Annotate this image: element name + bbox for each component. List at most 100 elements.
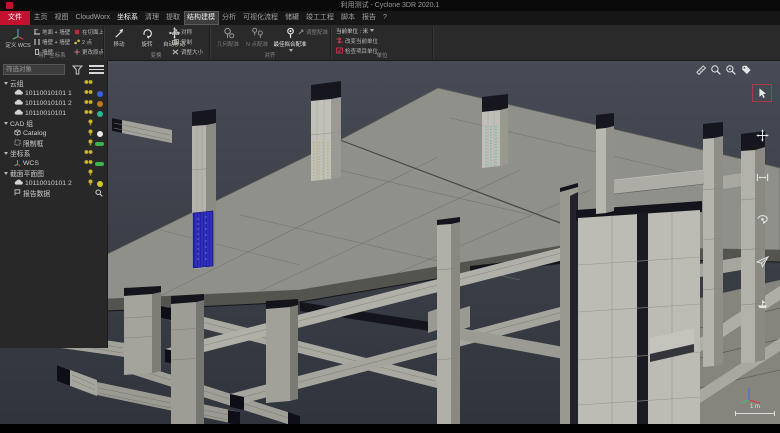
select-tool-button[interactable]: [753, 85, 771, 101]
rotate-button[interactable]: 旋转: [134, 27, 160, 48]
window-title: 利用测试 - Cyclone 3DR 2020.1: [0, 0, 780, 11]
fly-tool-button[interactable]: [753, 253, 771, 269]
tab-construction[interactable]: 竣工工程: [303, 11, 338, 25]
tab-help[interactable]: ?: [380, 11, 391, 25]
visibility-goggles-icon[interactable]: [84, 79, 93, 87]
limit-box-icon: [14, 139, 21, 148]
magnifier-icon[interactable]: [95, 189, 103, 199]
tab-home[interactable]: 主页: [30, 11, 51, 25]
group-label-units: 单位: [334, 53, 430, 60]
visibility-goggles-icon[interactable]: [84, 109, 93, 117]
color-swatch[interactable]: [95, 162, 104, 166]
bottom-bar: [0, 424, 780, 433]
dropdown-caret: [289, 49, 293, 52]
cloud-color-swatch[interactable]: [97, 111, 103, 117]
tab-structure-modeling[interactable]: 结构建模: [184, 11, 219, 25]
bulb-icon[interactable]: [88, 139, 93, 148]
visibility-goggles-icon[interactable]: [84, 149, 93, 157]
tab-cloudworx[interactable]: CloudWorx: [72, 11, 114, 25]
orbit-tool-button[interactable]: [753, 211, 771, 227]
tab-visualization[interactable]: 可视化流程: [240, 11, 282, 25]
caret-down-icon[interactable]: [4, 172, 8, 175]
bulb-icon[interactable]: [88, 119, 93, 128]
report-flag-icon: [14, 189, 21, 198]
tree-item-report-data[interactable]: 报告数据: [0, 188, 107, 198]
tab-clean[interactable]: 清理: [142, 11, 163, 25]
tree-menu-icon[interactable]: [89, 63, 104, 76]
tree-item-cloud-1[interactable]: 10110010101 1: [0, 88, 107, 98]
adjust-align-button[interactable]: 调整配准: [298, 27, 328, 36]
scale-label: 1 m: [750, 404, 760, 410]
tab-file[interactable]: 文件: [0, 11, 30, 25]
pan-tool-button[interactable]: [753, 127, 771, 143]
define-ucs-button[interactable]: 定义 WCS: [4, 27, 32, 49]
bulb-icon[interactable]: [88, 179, 93, 188]
tree-item-section-cloud[interactable]: 10110010101 2: [0, 178, 107, 188]
change-units-button[interactable]: 改变当前单位: [336, 36, 378, 45]
color-swatch[interactable]: [95, 142, 104, 146]
bulb-icon[interactable]: [88, 129, 93, 138]
tree-group-clouds[interactable]: 云组: [0, 78, 107, 88]
tab-view[interactable]: 视图: [51, 11, 72, 25]
boat-icon: [756, 297, 769, 310]
cyclone-3dr-window: { "window": { "title": "利用测试 - Cyclone 3…: [0, 0, 780, 433]
filter-icon[interactable]: [72, 64, 85, 75]
translate-button[interactable]: 移动: [106, 27, 132, 48]
scale-bar: 1 m: [735, 404, 775, 416]
tree-item-cloud-2[interactable]: 10110010101 2: [0, 98, 107, 108]
geometric-align-icon: [222, 27, 235, 39]
group-label-ucs: 用户坐标系: [2, 53, 102, 60]
3d-viewport[interactable]: [0, 60, 780, 424]
tree-item-cloud-3[interactable]: 10110010101: [0, 108, 107, 118]
walkthrough-tool-button[interactable]: [753, 295, 771, 311]
axis-icon: [14, 159, 21, 168]
n-points-align-button[interactable]: N 点配准: [242, 27, 272, 48]
tab-coordinate-system[interactable]: 坐标系: [114, 11, 142, 25]
cloud-icon: [14, 89, 23, 97]
measure-tool-button[interactable]: [694, 63, 707, 77]
label-tool-button[interactable]: [739, 63, 752, 77]
color-swatch[interactable]: [97, 131, 103, 137]
caret-down-icon[interactable]: [4, 82, 8, 85]
ucs-wall-wall-button[interactable]: 墙壁 + 墙壁: [34, 37, 70, 46]
tree-filter-bar: [0, 60, 107, 78]
two-points-icon: [74, 39, 80, 45]
tab-analysis[interactable]: 分析: [219, 11, 240, 25]
zoom-fit-button[interactable]: [753, 169, 771, 185]
wall-wall-icon: [34, 39, 40, 45]
group-label-align: 对齐: [212, 53, 328, 60]
color-swatch[interactable]: [97, 181, 103, 187]
ucs-on-section-button[interactable]: 在切面上: [74, 27, 104, 36]
tab-extract[interactable]: 提取: [163, 11, 184, 25]
duplicate-button[interactable]: 复制: [172, 37, 192, 46]
tree-group-coordinate-systems[interactable]: 坐标系: [0, 148, 107, 158]
ucs-two-points-button[interactable]: 2 点: [74, 37, 92, 46]
zoom-tool-button[interactable]: [709, 63, 722, 77]
tree-item-catalog[interactable]: Catalog: [0, 128, 107, 138]
tab-tank[interactable]: 储罐: [282, 11, 303, 25]
bulb-icon[interactable]: [88, 169, 93, 178]
tree-item-limit-box[interactable]: 限制框: [0, 138, 107, 148]
mirror-button[interactable]: 对称: [172, 27, 192, 36]
visibility-goggles-icon[interactable]: [84, 89, 93, 97]
geometric-align-button[interactable]: 几何配准: [213, 27, 243, 48]
caret-down-icon[interactable]: [4, 152, 8, 155]
visibility-goggles-icon[interactable]: [84, 99, 93, 107]
visibility-goggles-icon[interactable]: [84, 159, 93, 167]
ribbon-divider: [209, 27, 211, 58]
translate-icon: [113, 27, 126, 39]
ucs-ground-wall-button[interactable]: 地面 + 墙壁: [34, 27, 70, 36]
filter-objects-input[interactable]: [3, 64, 65, 75]
viewport-nav-toolbar: [751, 85, 773, 311]
current-units-dropdown[interactable]: 当前单位 : 米: [336, 26, 374, 35]
tree-group-cad[interactable]: CAD 组: [0, 118, 107, 128]
cloud-color-swatch[interactable]: [97, 101, 103, 107]
zoom-select-tool-button[interactable]: [724, 63, 737, 77]
caret-down-icon[interactable]: [4, 122, 8, 125]
cloud-color-swatch[interactable]: [97, 91, 103, 97]
tree-item-wcs[interactable]: WCS: [0, 158, 107, 168]
tree-group-section-planes[interactable]: 截面平面图: [0, 168, 107, 178]
tab-report[interactable]: 报告: [359, 11, 380, 25]
tab-script[interactable]: 脚本: [338, 11, 359, 25]
ribbon-toolbar: 定义 WCS 地面 + 墙壁 墙壁 + 墙壁 墙壁 在切面上 2 点 更改原点 …: [0, 25, 780, 61]
